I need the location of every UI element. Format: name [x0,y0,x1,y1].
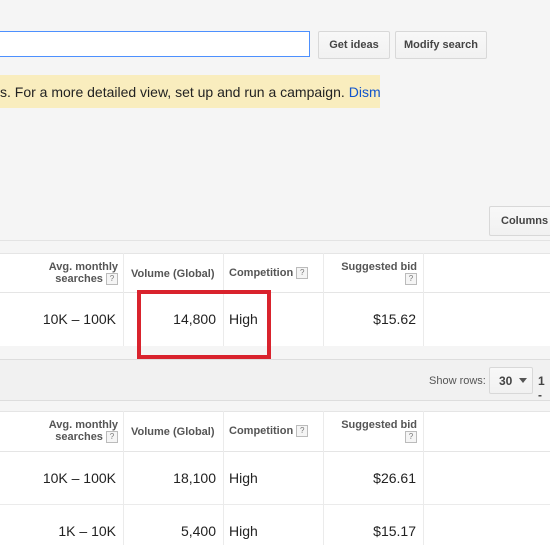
show-rows-label: Show rows: [429,375,486,387]
suggested-bid-cell: $26.61 [373,470,416,486]
suggested-bid-label: Suggested bid [341,419,417,431]
help-icon[interactable]: ? [106,273,118,286]
col-header-volume-global[interactable]: Volume (Global) [131,426,215,438]
competition-label: Competition [229,267,294,279]
avg-monthly-cell: 10K – 100K [42,311,116,327]
volume-global-label: Volume (Global) [131,426,215,438]
chevron-down-icon [519,378,528,383]
volume-global-label: Volume (Global) [131,268,215,280]
notice-banner: s. For a more detailed view, set up and … [0,75,380,108]
col-header-suggested-bid[interactable]: Suggested bid ? [330,419,417,444]
col-header-volume-global[interactable]: Volume (Global) [131,268,215,280]
help-icon[interactable]: ? [296,425,309,438]
get-ideas-button[interactable]: Get ideas [318,31,390,59]
help-icon[interactable]: ? [106,431,118,444]
keyword-ideas-table: Avg. monthly searches ? Volume (Global) … [0,411,550,545]
competition-label: Competition [229,425,294,437]
search-terms-table: Avg. monthly searches ? Volume (Global) … [0,253,550,346]
modify-search-button[interactable]: Modify search [395,31,487,59]
col-header-competition[interactable]: Competition ? [229,267,309,280]
columns-label: Columns [501,215,549,227]
pagination-bar: Show rows: 30 1 - [0,359,550,402]
col-header-avg-monthly[interactable]: Avg. monthly searches ? [40,419,118,444]
col-header-avg-monthly[interactable]: Avg. monthly searches ? [40,261,118,286]
modify-search-label: Modify search [404,39,478,51]
table-row[interactable]: 1K – 10K 5,400 High $15.17 [0,505,550,545]
volume-cell: 5,400 [180,523,216,539]
help-icon[interactable]: ? [296,267,309,280]
help-icon[interactable]: ? [405,431,417,444]
suggested-bid-label: Suggested bid [341,261,417,273]
avg-monthly-cell: 10K – 100K [42,470,116,486]
rows-value: 30 [499,373,513,388]
page-range: 1 - [538,374,545,402]
suggested-bid-cell: $15.17 [373,523,416,539]
volume-cell: 18,100 [173,470,216,486]
get-ideas-label: Get ideas [329,39,379,51]
divider [0,240,550,241]
dismiss-link[interactable]: Dismiss [349,84,380,100]
help-icon[interactable]: ? [405,273,417,286]
competition-cell: High [229,523,258,539]
competition-cell: High [229,470,258,486]
highlight-box [137,290,271,359]
notice-text: s. For a more detailed view, set up and … [0,83,345,100]
col-header-suggested-bid[interactable]: Suggested bid ? [330,261,417,286]
table-row[interactable]: 10K – 100K 18,100 High $26.61 [0,452,550,505]
columns-button[interactable]: Columns [489,206,550,236]
avg-monthly-cell: 1K – 10K [58,523,116,539]
col-header-competition[interactable]: Competition ? [229,425,309,438]
keyword-search-input[interactable] [0,31,310,57]
rows-per-page-select[interactable]: 30 [489,367,533,394]
table-row[interactable]: 10K – 100K 14,800 High $15.62 [0,293,550,346]
suggested-bid-cell: $15.62 [373,311,416,327]
